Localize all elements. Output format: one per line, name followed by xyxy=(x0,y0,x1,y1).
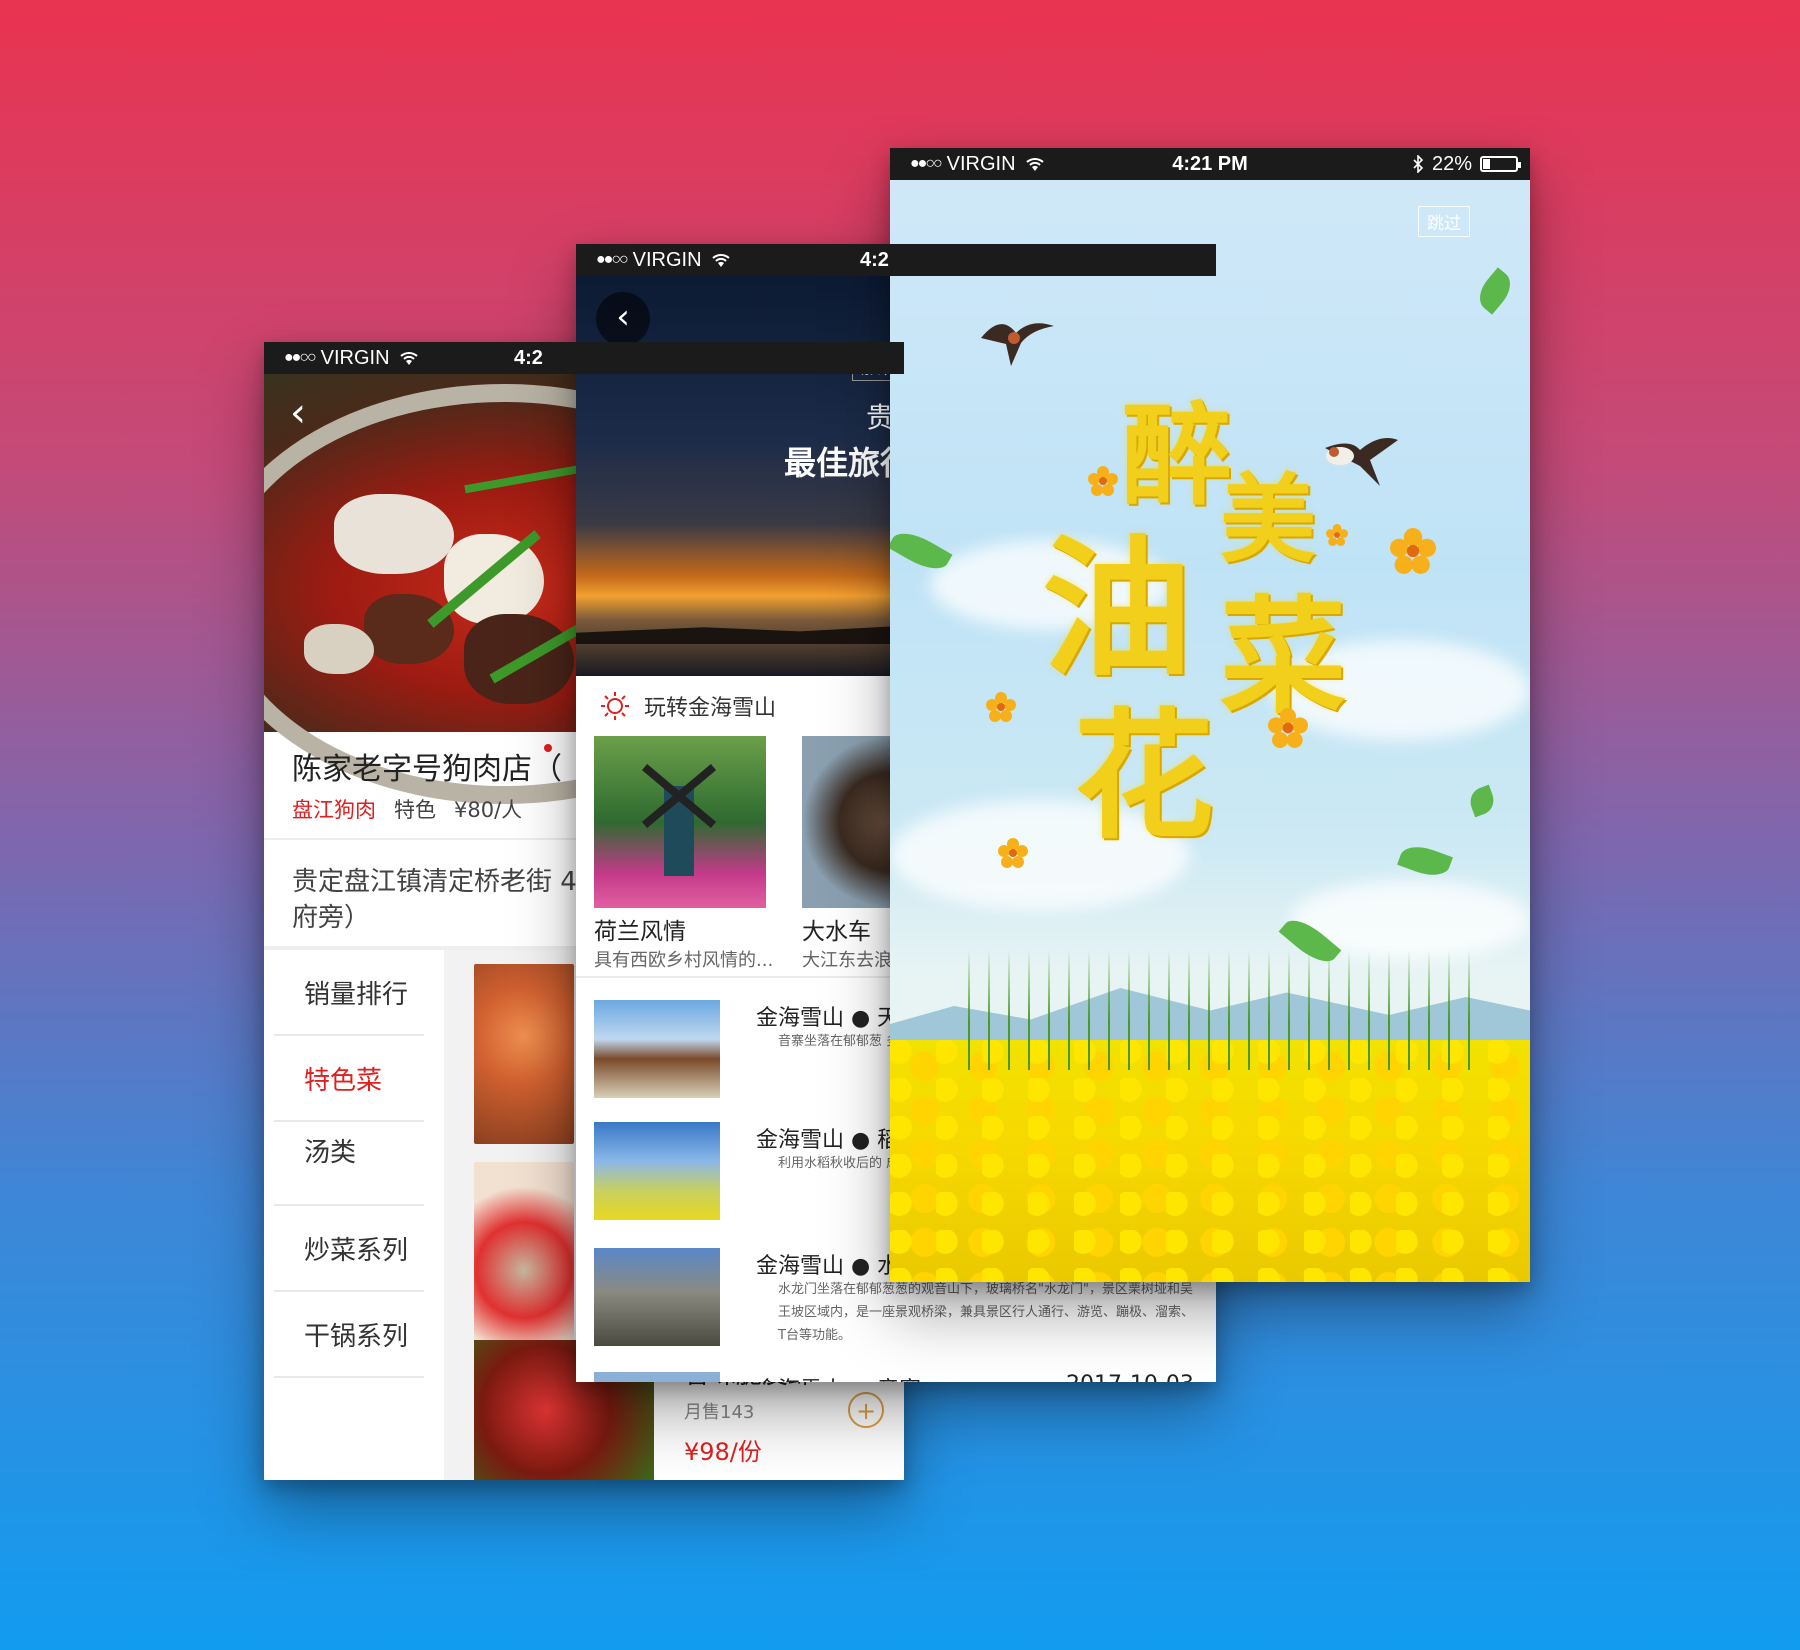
tag-feature: 特色 xyxy=(394,798,436,822)
battery-percent: 22% xyxy=(1431,152,1472,175)
status-time: 4:21 PM xyxy=(1172,152,1248,175)
status-bar: ●●○○ VIRGIN 4:2 xyxy=(264,342,904,374)
back-chevron-icon[interactable]: ‹ xyxy=(290,390,306,436)
list-item-title[interactable]: 金海雪山 ● 音寨 xyxy=(756,1372,921,1382)
list-item-image[interactable] xyxy=(594,1248,720,1346)
shop-tags: 盘江狗肉 特色 ¥80/人 xyxy=(292,794,522,824)
list-item-title[interactable]: 金海雪山 ● 天 xyxy=(756,1000,899,1032)
back-chevron-icon[interactable]: ‹ xyxy=(596,292,650,346)
tag-category: 盘江狗肉 xyxy=(292,798,376,822)
menu-item-sales[interactable]: 销量排行 xyxy=(304,974,408,1011)
bluetooth-icon xyxy=(1413,155,1424,173)
thumb-desc: 大江东去浪 xyxy=(802,950,892,971)
carrier-label: VIRGIN xyxy=(632,248,702,271)
splash-phone: ●●○○ VIRGIN 4:21 PM 22% 跳过 醉 美 油 菜 花 xyxy=(890,148,1530,1282)
swallow-icon xyxy=(1325,437,1398,486)
menu-item-soup[interactable]: 汤类 xyxy=(304,1132,356,1169)
flower-icon xyxy=(1390,528,1436,574)
signal-icon: ●●○○ xyxy=(284,349,317,366)
signal-icon: ●●○○ xyxy=(910,155,943,172)
plus-circle-icon[interactable]: + xyxy=(848,1392,884,1428)
list-item-date: 2017-10-03 xyxy=(1066,1372,1194,1382)
dish-image[interactable] xyxy=(474,964,574,1144)
shop-title: 陈家老字号狗肉店（ xyxy=(292,752,562,787)
dish-image[interactable] xyxy=(474,1162,574,1342)
flower-icon xyxy=(998,838,1028,868)
battery-icon xyxy=(1480,156,1521,172)
skip-button[interactable]: 跳过 xyxy=(1418,206,1470,237)
thumb-title[interactable]: 大水车 xyxy=(802,912,871,946)
menu-item-special[interactable]: 特色菜 xyxy=(304,1060,382,1097)
status-bar: ●●○○ VIRGIN 4:2 xyxy=(576,244,1216,276)
category-menu: 销量排行 特色菜 汤类 炒菜系列 干锅系列 xyxy=(264,950,444,1480)
list-item-title[interactable]: 金海雪山 ● 稻 xyxy=(756,1122,899,1154)
wifi-icon xyxy=(1025,158,1044,171)
list-item-title[interactable]: 金海雪山 ● 水 xyxy=(756,1248,899,1280)
thumb-image-windmill[interactable] xyxy=(594,736,766,908)
status-time: 4:2 xyxy=(860,248,889,271)
wifi-icon xyxy=(711,254,730,267)
flower-icon xyxy=(1326,524,1348,546)
wifi-icon xyxy=(399,352,418,365)
carrier-label: VIRGIN xyxy=(320,346,390,369)
list-item-image[interactable] xyxy=(594,1122,720,1220)
thumb-desc: 具有西欧乡村风情的... xyxy=(594,950,774,971)
thumb-title[interactable]: 荷兰风情 xyxy=(594,912,686,946)
dish-price: ¥98/份 xyxy=(684,1438,762,1466)
status-time: 4:2 xyxy=(514,346,543,369)
menu-item-drypot[interactable]: 干锅系列 xyxy=(304,1316,408,1353)
tag-price: ¥80/人 xyxy=(454,798,523,822)
menu-item-stirfry[interactable]: 炒菜系列 xyxy=(304,1230,408,1267)
flower-icon xyxy=(1088,466,1118,496)
carrier-label: VIRGIN xyxy=(946,152,1016,175)
list-item-image[interactable] xyxy=(594,1000,720,1098)
title-char: 花 xyxy=(1074,695,1215,859)
swallow-icon xyxy=(981,323,1054,366)
sun-icon xyxy=(601,692,629,720)
shop-address: 贵定盘江镇清定桥老街 4 府旁） xyxy=(292,867,577,933)
rapeseed-field xyxy=(890,1040,1530,1282)
status-bar: ●●○○ VIRGIN 4:21 PM 22% xyxy=(890,148,1530,180)
list-item-desc: 水龙门坐落在郁郁葱葱的观音山下，玻璃桥名"水龙门"，景区栗树垭和吴王坡区域内，是… xyxy=(778,1282,1195,1343)
flower-icon xyxy=(986,692,1016,722)
section-title: 玩转金海雪山 xyxy=(644,696,777,721)
flower-icon xyxy=(1268,708,1308,748)
dish-sold: 月售143 xyxy=(684,1402,755,1423)
list-item-image[interactable] xyxy=(594,1372,720,1382)
section-header: 玩转金海雪山 xyxy=(600,690,776,722)
signal-icon: ●●○○ xyxy=(596,251,629,268)
